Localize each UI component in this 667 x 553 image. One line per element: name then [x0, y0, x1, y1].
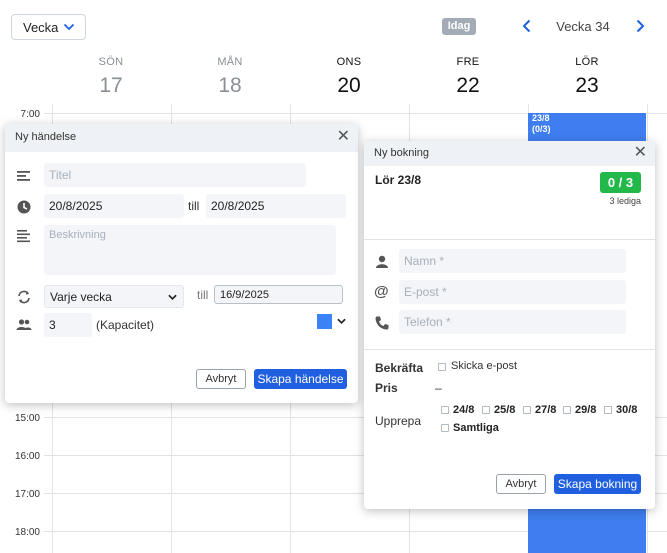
capacity-input[interactable]: 3	[44, 313, 92, 337]
repeat-date-checkbox[interactable]	[604, 406, 612, 414]
time-label: 17:00	[14, 489, 40, 500]
repeat-date-label: 24/8	[453, 404, 475, 416]
calendar-toolbar: Vecka Idag Vecka 34	[0, 0, 667, 50]
at-icon: @	[374, 283, 389, 300]
day-header-fri[interactable]: FRE 22	[409, 56, 527, 98]
day-number: 20	[337, 74, 361, 97]
close-icon[interactable]: ✕	[337, 129, 350, 145]
time-label: 18:00	[14, 527, 40, 538]
start-date-input[interactable]: 20/8/2025	[44, 194, 184, 218]
email-input[interactable]: E-post *	[399, 280, 626, 304]
repeat-date-checkbox[interactable]	[482, 406, 490, 414]
create-booking-button[interactable]: Skapa bokning	[554, 474, 641, 494]
till-label: till	[188, 199, 200, 213]
repeat-date-label: 27/8	[535, 404, 557, 416]
view-select[interactable]: Vecka	[11, 14, 86, 40]
day-header-wed[interactable]: ONS 20	[290, 56, 408, 98]
view-select-value: Vecka	[23, 20, 59, 35]
close-icon[interactable]: ✕	[634, 145, 647, 161]
select-all-label: Samtliga	[453, 422, 499, 434]
modal-header: Ny händelse ✕	[5, 124, 358, 152]
capacity-badge: 0 / 3	[600, 172, 641, 193]
repeat-till-label: till	[197, 288, 209, 302]
phone-icon	[375, 316, 389, 330]
day-name: SÖN	[98, 56, 124, 68]
clock-icon	[17, 200, 31, 214]
color-swatch[interactable]	[317, 314, 332, 329]
repeat-select-value: Varje vecka	[50, 290, 112, 304]
repeat-label: Upprepa	[375, 414, 422, 428]
description-textarea[interactable]: Beskrivning	[44, 225, 336, 275]
repeat-date-label: 29/8	[575, 404, 597, 416]
cancel-button[interactable]: Avbryt	[496, 474, 546, 494]
send-email-checkbox[interactable]	[438, 363, 446, 371]
text-lines-icon	[17, 171, 30, 181]
week-label: Vecka 34	[556, 19, 610, 34]
name-input[interactable]: Namn *	[399, 249, 626, 273]
price-label: Pris	[375, 381, 398, 395]
end-date-input[interactable]: 20/8/2025	[206, 194, 346, 218]
free-spots-label: 3 lediga	[609, 196, 641, 206]
time-label: 16:00	[14, 451, 40, 462]
divider	[364, 349, 655, 350]
confirm-label: Bekräfta	[375, 361, 424, 375]
day-number: 18	[218, 74, 242, 97]
time-label: 7:00	[20, 109, 40, 120]
modal-header: Ny bokning ✕	[364, 141, 655, 166]
users-icon	[16, 319, 32, 330]
align-left-icon	[17, 230, 30, 243]
send-email-label: Skicka e-post	[451, 360, 518, 372]
day-header-sat[interactable]: LÖR 23	[528, 56, 646, 98]
day-name: ONS	[336, 56, 362, 68]
repeat-icon	[18, 290, 30, 304]
booking-date-heading: Lör 23/8	[375, 173, 422, 187]
day-number: 23	[575, 74, 599, 97]
create-event-button[interactable]: Skapa händelse	[254, 369, 347, 389]
repeat-select[interactable]: Varje vecka	[44, 285, 184, 308]
calendar-event-count: (0/3)	[532, 124, 551, 134]
modal-title: Ny händelse	[15, 131, 77, 143]
calendar-event-date: 23/8	[532, 113, 550, 123]
capacity-label: (Kapacitet)	[96, 318, 155, 332]
title-input[interactable]: Titel	[44, 163, 306, 187]
chevron-right-icon[interactable]	[634, 19, 646, 33]
day-header-sun[interactable]: SÖN 17	[52, 56, 170, 98]
select-all-checkbox[interactable]	[441, 424, 449, 432]
today-button[interactable]: Idag	[442, 18, 476, 35]
day-name: MÅN	[217, 56, 243, 68]
day-name: LÖR	[575, 56, 599, 68]
chevron-down-icon[interactable]	[337, 318, 346, 325]
chevron-left-icon[interactable]	[521, 19, 533, 33]
time-label: 15:00	[14, 413, 40, 424]
chevron-down-icon	[63, 23, 75, 31]
divider	[364, 239, 655, 240]
day-number: 17	[99, 74, 123, 97]
repeat-date-label: 25/8	[494, 404, 516, 416]
chevron-down-icon	[168, 294, 177, 300]
repeat-end-date-input[interactable]: 16/9/2025	[214, 285, 343, 304]
repeat-date-checkbox[interactable]	[441, 406, 449, 414]
cancel-button[interactable]: Avbryt	[196, 369, 246, 389]
day-name: FRE	[456, 56, 480, 68]
new-event-modal: Ny händelse ✕ Titel 20/8/2025 till 20/8/…	[5, 124, 358, 403]
user-icon	[376, 255, 388, 268]
calendar-event-label: 23/8 (0/3)	[532, 113, 551, 135]
repeat-date-checkbox[interactable]	[523, 406, 531, 414]
price-value: –	[435, 381, 442, 395]
modal-title: Ny bokning	[374, 147, 430, 159]
repeat-date-label: 30/8	[616, 404, 638, 416]
day-header-mon[interactable]: MÅN 18	[171, 56, 289, 98]
phone-input[interactable]: Telefon *	[399, 310, 626, 334]
day-number: 22	[456, 74, 480, 97]
new-booking-modal: Ny bokning ✕ Lör 23/8 0 / 3 3 lediga Nam…	[364, 141, 655, 509]
repeat-date-checkbox[interactable]	[563, 406, 571, 414]
